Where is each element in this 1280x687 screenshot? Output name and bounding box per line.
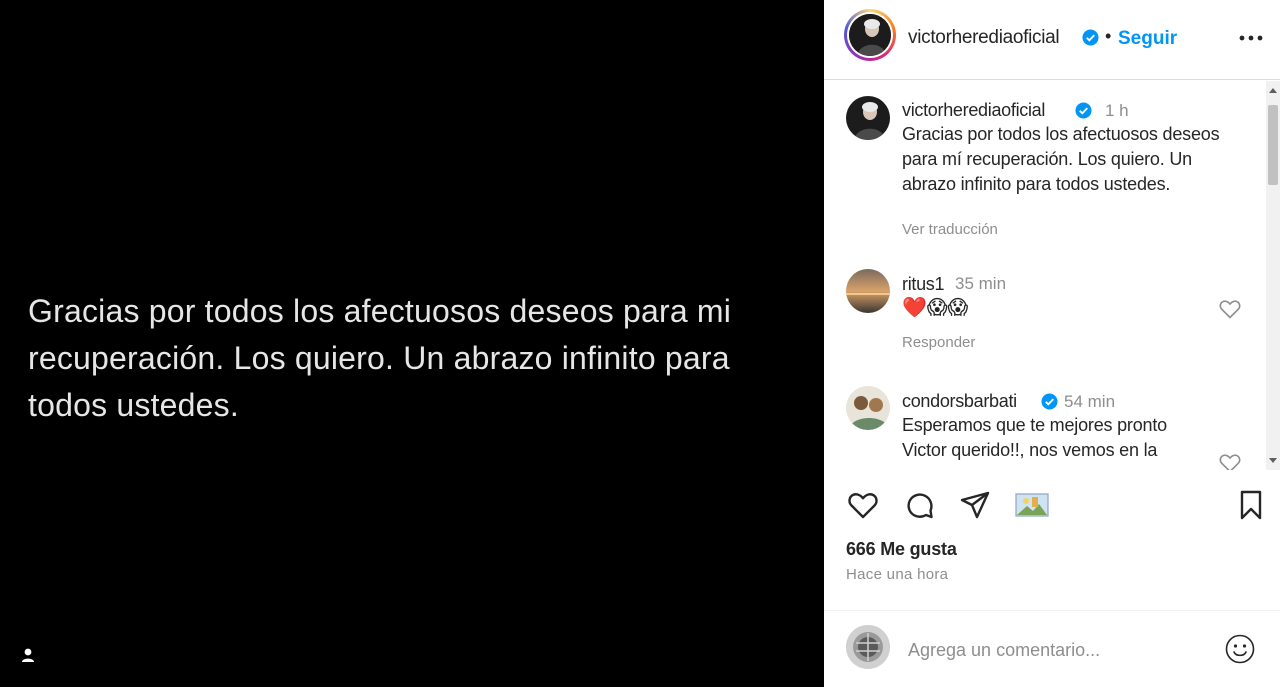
- emoji-icon[interactable]: [1224, 633, 1256, 665]
- author-avatar[interactable]: [844, 9, 896, 61]
- heart-icon[interactable]: [846, 488, 880, 522]
- comment-input[interactable]: [908, 636, 1208, 664]
- more-options-icon[interactable]: [1238, 28, 1264, 48]
- comment-time[interactable]: 35 min: [955, 274, 1006, 294]
- comment-like-heart-icon[interactable]: [1218, 297, 1242, 321]
- comment-text: ❤️😱😱: [902, 297, 969, 319]
- comments-list[interactable]: victorherediaoficial 1 h Gracias por tod…: [824, 81, 1280, 470]
- follow-button[interactable]: Seguir: [1118, 28, 1177, 50]
- post-header: victorherediaoficial • Seguir: [824, 0, 1280, 80]
- post-image[interactable]: Gracias por todos los afectuosos deseos …: [0, 0, 824, 687]
- post-time-ago[interactable]: Hace una hora: [846, 566, 948, 583]
- comment-text: Esperamos que te mejores pronto Victor q…: [902, 415, 1167, 460]
- bookmark-icon[interactable]: [1234, 488, 1268, 522]
- verified-badge-icon: [1082, 29, 1099, 46]
- author-username[interactable]: victorherediaoficial: [908, 27, 1060, 49]
- verified-badge-icon: [1075, 102, 1092, 119]
- caption-time[interactable]: 1 h: [1105, 101, 1129, 121]
- comment-avatar[interactable]: [846, 269, 890, 313]
- post-side-panel: victorherediaoficial • Seguir victorhere…: [824, 0, 1280, 687]
- reply-link[interactable]: Responder: [902, 334, 975, 351]
- user-tag-icon[interactable]: [19, 646, 37, 664]
- current-user-avatar: [846, 625, 890, 669]
- see-translation-link[interactable]: Ver traducción: [902, 221, 998, 238]
- header-separator: •: [1105, 26, 1112, 46]
- comment-icon[interactable]: [902, 488, 936, 522]
- post-image-text: Gracias por todos los afectuosos deseos …: [28, 293, 732, 423]
- comments-scrollbar[interactable]: [1266, 81, 1280, 470]
- caption-username[interactable]: victorherediaoficial: [902, 100, 1045, 121]
- caption-author-avatar[interactable]: [846, 96, 890, 140]
- comment-like-heart-icon[interactable]: [1218, 451, 1242, 470]
- comment-username[interactable]: ritus1: [902, 274, 945, 295]
- comment-username[interactable]: condorsbarbati: [902, 391, 1017, 412]
- comment-avatar[interactable]: [846, 386, 890, 430]
- caption-text: Gracias por todos los afectuosos deseos …: [902, 124, 1220, 194]
- scrollbar-thumb[interactable]: [1268, 105, 1278, 185]
- add-comment-bar: [824, 610, 1280, 687]
- comment-time[interactable]: 54 min: [1064, 392, 1115, 412]
- post-actions: [824, 488, 1280, 528]
- scroll-down-arrow-icon[interactable]: [1269, 458, 1277, 463]
- verified-badge-icon: [1041, 393, 1058, 410]
- scroll-up-arrow-icon[interactable]: [1269, 88, 1277, 93]
- likes-count[interactable]: 666 Me gusta: [846, 539, 957, 560]
- photo-icon[interactable]: [1014, 488, 1050, 522]
- share-icon[interactable]: [958, 488, 992, 522]
